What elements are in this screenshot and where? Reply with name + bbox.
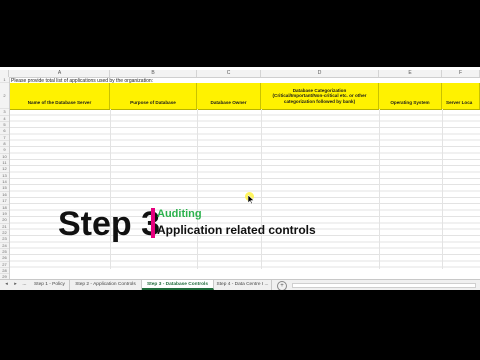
cell-grid[interactable] bbox=[10, 109, 480, 269]
tab-step-1-policy[interactable]: Step 1 - Policy bbox=[30, 280, 70, 290]
column-header-d[interactable]: D bbox=[261, 70, 379, 77]
header-cell-server-location[interactable]: Server Loca bbox=[442, 83, 480, 109]
add-sheet-button[interactable]: + bbox=[277, 281, 287, 290]
header-row: Name of the Database Server Purpose of D… bbox=[10, 83, 480, 110]
column-header-e[interactable]: E bbox=[379, 70, 442, 77]
tab-scroll-right-icon[interactable]: ▸ bbox=[12, 281, 19, 287]
grid-line bbox=[379, 109, 380, 269]
mouse-cursor-icon bbox=[245, 192, 256, 205]
spreadsheet-window: A B C D E F 1 2 3 4 5 6 7 8 9 10 11 12 13 14 15 16 17 18 1… bbox=[0, 67, 480, 290]
column-header-b[interactable]: B bbox=[110, 70, 197, 77]
header-cell-categorization[interactable]: Database Categorization (Critical/Import… bbox=[261, 83, 379, 109]
tab-step-2-application-controls[interactable]: Step 2 - Application Controls bbox=[70, 280, 142, 290]
header-cell-purpose[interactable]: Purpose of Database bbox=[110, 83, 197, 109]
more-tabs-left-icon[interactable]: ... bbox=[21, 281, 28, 287]
grid-line bbox=[110, 109, 111, 269]
header-cell-os[interactable]: Operating System bbox=[379, 83, 442, 109]
row-number-column: 1 2 3 4 5 6 7 8 9 10 11 12 13 14 15 16 17 18 19 20 21 22 23 24 2… bbox=[0, 77, 10, 287]
column-header-row: A B C D E F bbox=[0, 70, 480, 78]
column-header-a[interactable]: A bbox=[10, 70, 110, 77]
overlay-subtitle-controls: Application related controls bbox=[157, 223, 316, 237]
horizontal-scrollbar[interactable] bbox=[292, 283, 476, 288]
tab-step-4-data-centre[interactable]: Step 4 - Data Centre I ... bbox=[214, 280, 272, 290]
select-all-corner[interactable] bbox=[0, 70, 9, 77]
step-title: Step 3 bbox=[58, 205, 161, 243]
tab-scroll-left-icon[interactable]: ◂ bbox=[3, 281, 10, 287]
accent-bar bbox=[151, 208, 155, 238]
overlay-subtitle-auditing: Auditing bbox=[157, 208, 202, 220]
header-cell-db-server[interactable]: Name of the Database Server bbox=[10, 83, 110, 109]
row-number[interactable]: 2 bbox=[0, 83, 9, 110]
sheet-tabs-bar: ◂ ▸ ... Step 1 - Policy Step 2 - Applica… bbox=[0, 279, 480, 290]
grid-line bbox=[197, 109, 198, 269]
header-cell-owner[interactable]: Database Owner bbox=[197, 83, 261, 109]
tab-step-3-database-controls[interactable]: Step 3 - Database Controls bbox=[142, 280, 214, 290]
column-header-f[interactable]: F bbox=[442, 70, 480, 77]
grid-line bbox=[442, 109, 443, 269]
column-header-c[interactable]: C bbox=[197, 70, 261, 77]
grid-line bbox=[261, 109, 262, 269]
